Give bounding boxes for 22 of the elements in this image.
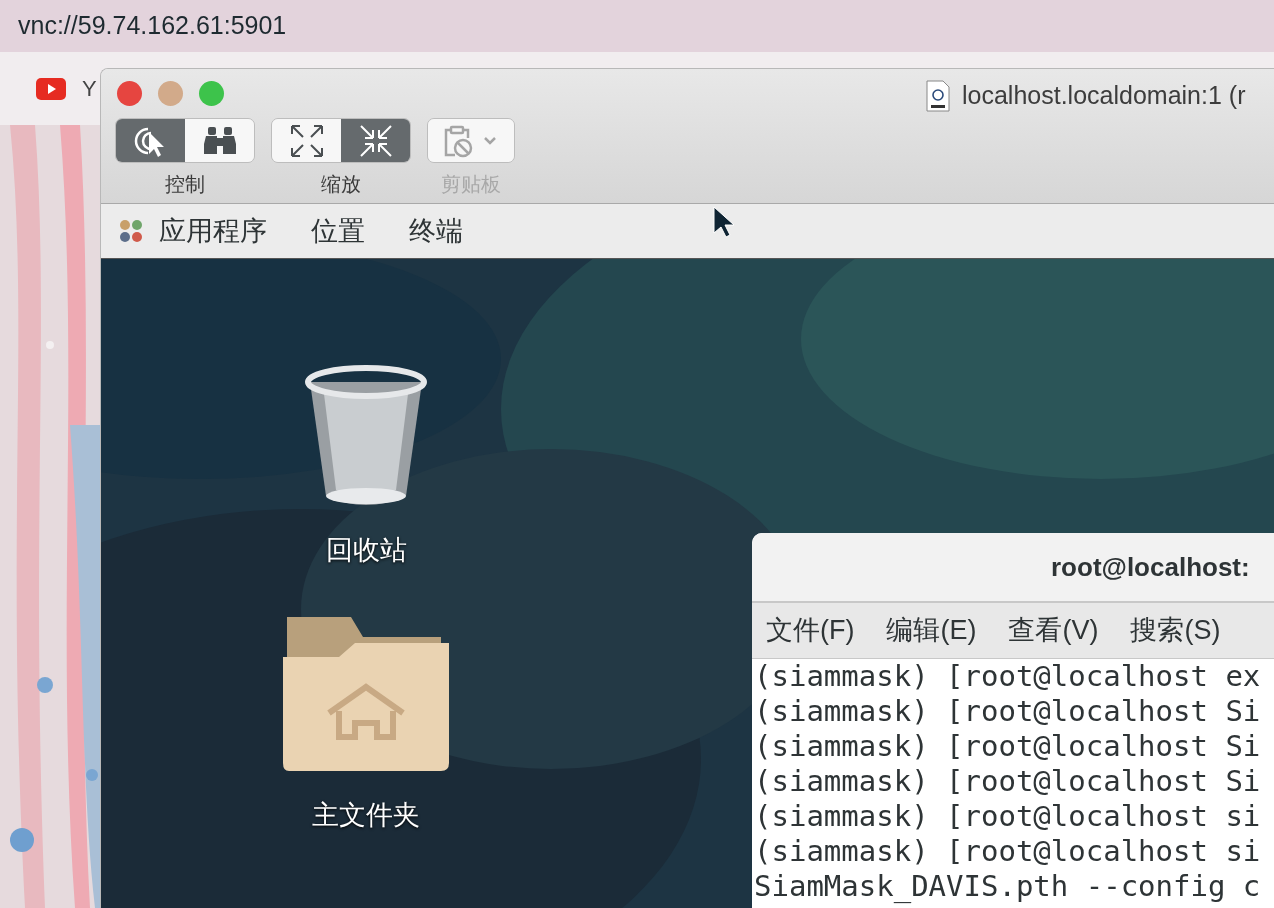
terminal-menu-item[interactable]: 搜索(S): [1130, 610, 1221, 651]
terminal-menu-item[interactable]: 文件(F): [766, 610, 855, 651]
terminal-line: (siammask) [root@localhost si: [754, 799, 1262, 834]
desktop-icon-label[interactable]: 主文件夹: [312, 794, 420, 835]
terminal-line: SiamMask_DAVIS.pth --config c: [754, 869, 1262, 904]
desktop-icon-label[interactable]: 回收站: [325, 530, 407, 571]
terminal-line: (siammask) [root@localhost Si: [754, 694, 1262, 729]
terminal-line: (siammask) [root@localhost Si: [754, 764, 1262, 799]
top-bar-menu[interactable]: 终端: [409, 210, 463, 252]
window-title: localhost.localdomain:1 (r: [962, 80, 1246, 111]
bookmark-link[interactable]: Y: [36, 72, 97, 105]
terminal-menu-item[interactable]: 编辑(E): [886, 610, 977, 651]
top-bar-menu[interactable]: 应用程序: [117, 210, 267, 252]
top-bar-menu[interactable]: 位置: [311, 210, 365, 252]
address-text: vnc://59.74.162.61:5901: [18, 10, 287, 42]
terminal-line: (siammask) [root@localhost ex: [754, 659, 1262, 694]
toolbar-label: 控制: [165, 172, 205, 197]
toolbar-label: 缩放: [321, 172, 361, 197]
terminal-menu-item[interactable]: 查看(V): [1008, 610, 1099, 651]
terminal-line: (siammask) [root@localhost si: [754, 834, 1262, 869]
terminal-title: root@localhost:: [1051, 550, 1250, 584]
terminal-line: (siammask) [root@localhost Si: [754, 729, 1262, 764]
